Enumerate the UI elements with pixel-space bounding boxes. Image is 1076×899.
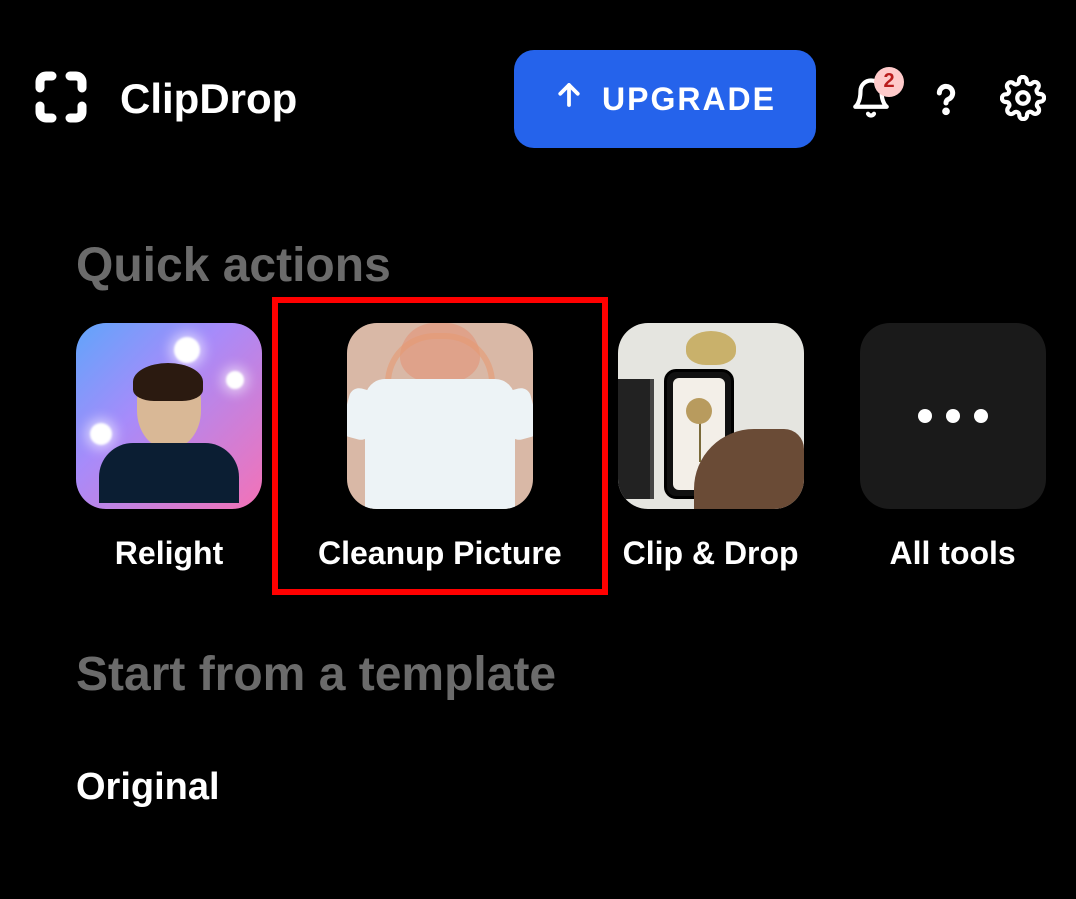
settings-button[interactable] bbox=[1000, 75, 1046, 124]
action-label: Cleanup Picture bbox=[318, 533, 562, 573]
action-label: Clip & Drop bbox=[623, 533, 799, 573]
header: ClipDrop UPGRADE 2 bbox=[0, 0, 1076, 178]
action-all-tools[interactable]: All tools bbox=[860, 323, 1046, 573]
arrow-up-icon bbox=[554, 80, 584, 118]
action-cleanup-picture[interactable]: Cleanup Picture bbox=[272, 297, 608, 595]
upgrade-button[interactable]: UPGRADE bbox=[514, 50, 816, 148]
app-title: ClipDrop bbox=[120, 75, 297, 123]
help-button[interactable] bbox=[926, 78, 966, 121]
action-relight[interactable]: Relight bbox=[76, 323, 262, 573]
quick-actions-row: Relight Cleanup Picture Clip & Drop bbox=[0, 293, 1076, 573]
action-clip-and-drop[interactable]: Clip & Drop bbox=[618, 323, 804, 573]
question-icon bbox=[926, 78, 966, 121]
action-thumb-relight bbox=[76, 323, 262, 509]
logo-wrap: ClipDrop bbox=[30, 66, 297, 133]
action-thumb-clipdrop bbox=[618, 323, 804, 509]
notification-badge: 2 bbox=[874, 67, 904, 97]
more-icon bbox=[918, 409, 988, 423]
upgrade-label: UPGRADE bbox=[602, 81, 776, 118]
app-logo-icon bbox=[30, 66, 92, 133]
quick-actions-title: Quick actions bbox=[0, 178, 1076, 293]
template-original[interactable]: Original bbox=[0, 702, 1076, 809]
gear-icon bbox=[1000, 75, 1046, 124]
action-thumb-alltools bbox=[860, 323, 1046, 509]
header-icons: 2 bbox=[850, 75, 1046, 124]
notifications-button[interactable]: 2 bbox=[850, 77, 892, 122]
action-label: Relight bbox=[115, 533, 223, 573]
action-thumb-cleanup bbox=[347, 323, 533, 509]
action-label: All tools bbox=[890, 533, 1016, 573]
